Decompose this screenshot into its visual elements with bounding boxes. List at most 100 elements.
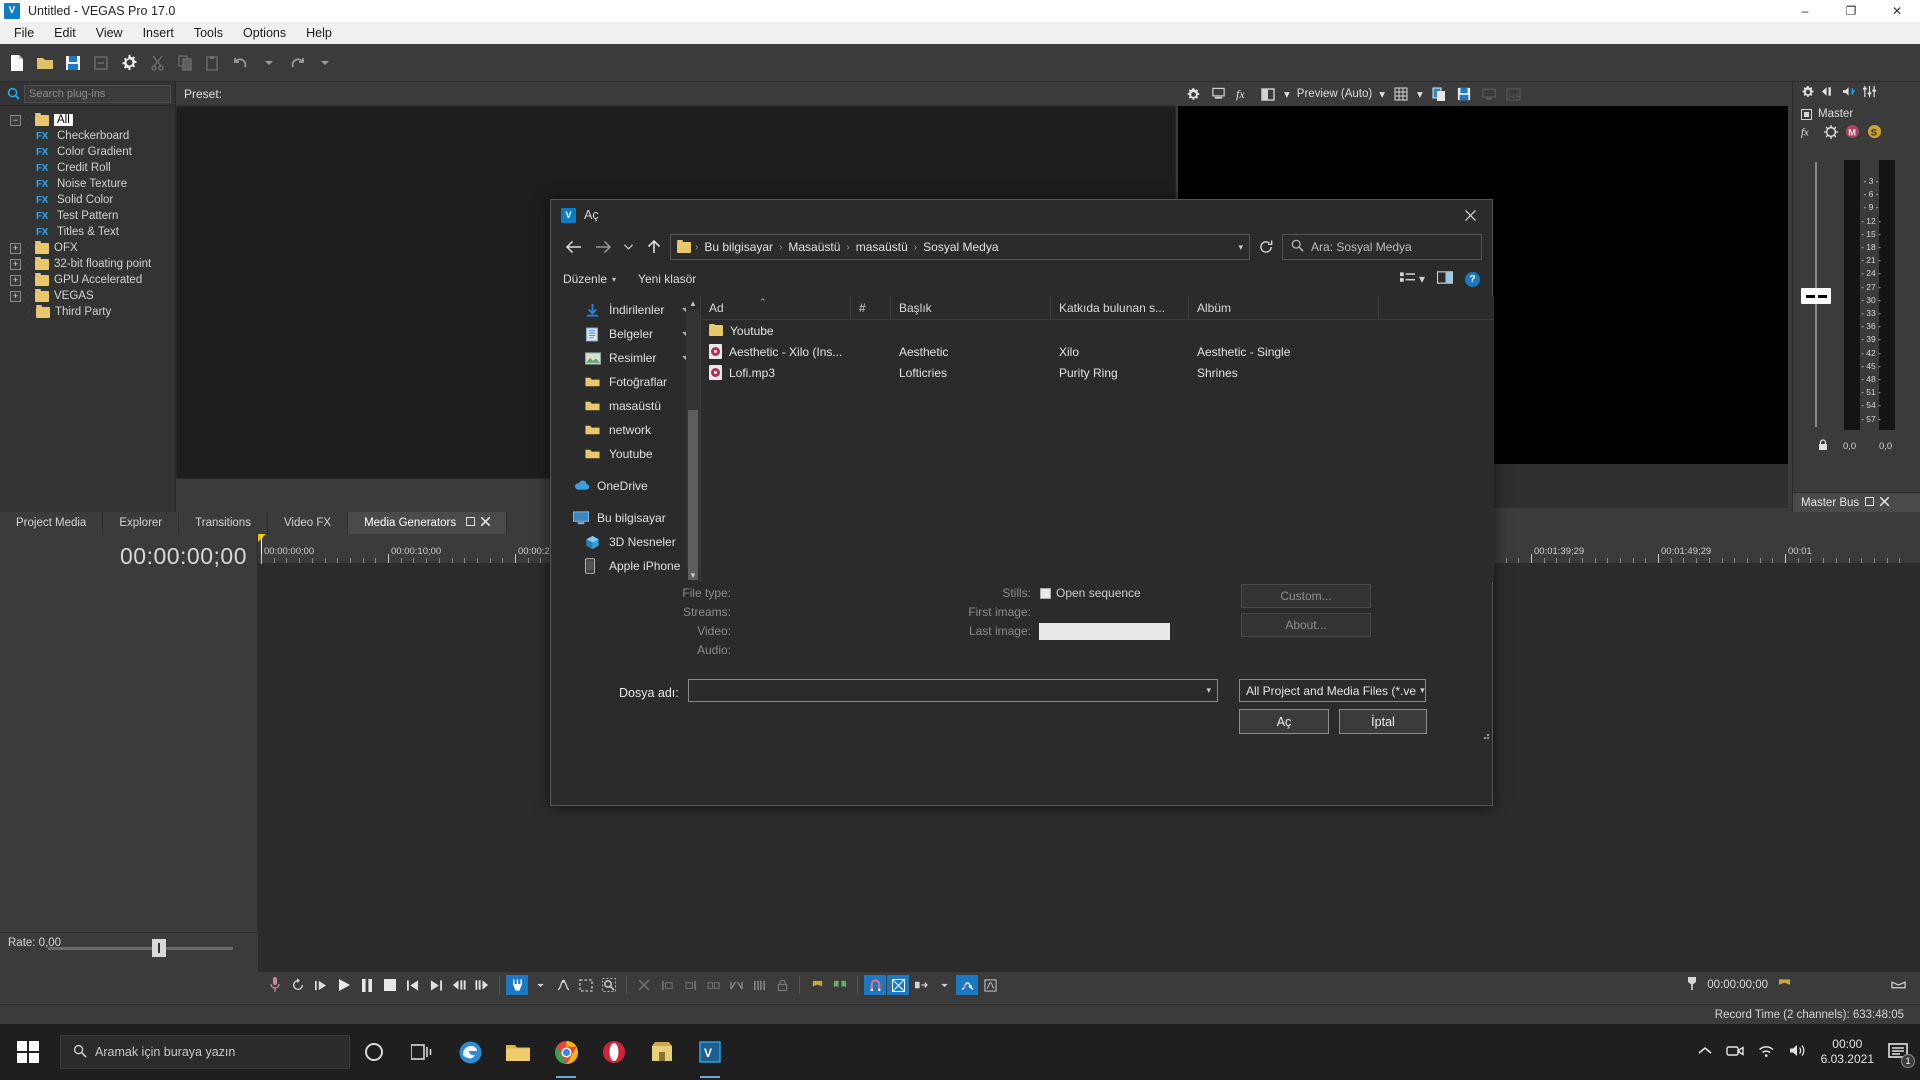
cut-icon[interactable] bbox=[144, 50, 170, 76]
tree-item-gpu-accelerated[interactable]: + · GPU Accelerated bbox=[0, 272, 175, 288]
breadcrumb-item-masaustu[interactable]: masaüstü bbox=[854, 240, 910, 254]
organize-button[interactable]: Düzenle ▾ bbox=[563, 272, 616, 286]
mute-square-icon[interactable] bbox=[1801, 108, 1812, 120]
split-screen-caret-icon[interactable]: ▾ bbox=[1282, 87, 1292, 101]
column-number[interactable]: # bbox=[851, 295, 891, 320]
table-row[interactable]: Youtube bbox=[701, 320, 1494, 341]
fx-icon[interactable]: fx bbox=[1801, 125, 1817, 142]
paste-icon[interactable] bbox=[200, 50, 226, 76]
resize-grip-icon[interactable] bbox=[1480, 730, 1490, 804]
tree-item-32-bit-floating-point[interactable]: + · 32-bit floating point bbox=[0, 256, 175, 272]
save-snapshot-icon[interactable] bbox=[1453, 84, 1475, 104]
show-hidden-icons-icon[interactable] bbox=[1698, 1045, 1712, 1059]
overlays-caret-icon[interactable]: ▾ bbox=[1415, 87, 1425, 101]
scroll-up-icon[interactable]: ▲ bbox=[686, 296, 700, 310]
file-name-input[interactable]: ▾ bbox=[688, 679, 1218, 702]
master-bus-tab[interactable]: Master Bus bbox=[1793, 492, 1920, 512]
google-chrome-icon[interactable] bbox=[542, 1024, 590, 1080]
faders-icon[interactable] bbox=[1863, 85, 1876, 101]
menu-help[interactable]: Help bbox=[296, 24, 342, 42]
redo-icon[interactable] bbox=[284, 50, 310, 76]
menu-options[interactable]: Options bbox=[233, 24, 296, 42]
float-icon[interactable] bbox=[1865, 496, 1875, 509]
refresh-button[interactable] bbox=[1254, 235, 1278, 260]
rate-slider-track[interactable] bbox=[48, 947, 233, 950]
up-button[interactable] bbox=[641, 235, 666, 260]
lock-icon[interactable] bbox=[1818, 439, 1828, 453]
automation-icon[interactable] bbox=[1824, 124, 1838, 142]
cancel-button[interactable]: İptal bbox=[1339, 709, 1427, 734]
master-fader-handle[interactable] bbox=[1801, 288, 1831, 304]
forward-button[interactable] bbox=[590, 235, 615, 260]
auto-ripple-dropdown-icon[interactable] bbox=[933, 975, 955, 995]
custom-button[interactable]: Custom... bbox=[1241, 584, 1371, 608]
tree-item-noise-texture[interactable]: FX Noise Texture bbox=[0, 176, 175, 192]
search-input[interactable]: Search plug-ins bbox=[24, 84, 171, 103]
tab-project-media[interactable]: Project Media bbox=[0, 512, 104, 534]
previous-frame-icon[interactable] bbox=[448, 975, 470, 995]
breadcrumb-dropdown-icon[interactable]: ▾ bbox=[1238, 242, 1243, 253]
tab-transitions[interactable]: Transitions bbox=[179, 512, 268, 534]
zoom-edit-tool-icon[interactable] bbox=[598, 975, 620, 995]
edit-tool-dropdown-icon[interactable] bbox=[529, 975, 551, 995]
file-type-filter-select[interactable]: All Project and Media Files (*.ve ▾ bbox=[1239, 679, 1426, 702]
lock-envelopes-icon[interactable] bbox=[979, 975, 1001, 995]
tree-item-all[interactable]: − · All bbox=[0, 112, 175, 128]
microsoft-store-icon[interactable] bbox=[638, 1024, 686, 1080]
enable-snapping-icon[interactable] bbox=[864, 975, 886, 995]
minimize-button[interactable]: – bbox=[1782, 0, 1828, 22]
taskbar-clock[interactable]: 00:00 6.03.2021 bbox=[1821, 1037, 1874, 1067]
normal-edit-tool-icon[interactable] bbox=[506, 975, 528, 995]
cortana-icon[interactable] bbox=[350, 1024, 398, 1080]
copy-icon[interactable] bbox=[172, 50, 198, 76]
expander-icon[interactable]: − bbox=[10, 114, 21, 126]
change-view-button[interactable]: ▾ bbox=[1399, 271, 1425, 287]
column-contributor[interactable]: Katkıda bulunan s... bbox=[1051, 295, 1189, 320]
preview-device-icon[interactable] bbox=[1207, 84, 1229, 104]
expander-icon[interactable]: + bbox=[10, 258, 21, 270]
help-icon[interactable]: ? bbox=[1465, 271, 1480, 287]
preview-pane-button[interactable] bbox=[1436, 271, 1454, 287]
nav-pane-scrollbar[interactable]: ▲ ▼ bbox=[686, 296, 700, 582]
next-frame-icon[interactable] bbox=[471, 975, 493, 995]
dialog-close-button[interactable] bbox=[1448, 200, 1492, 230]
preview-quality-caret-icon[interactable]: ▾ bbox=[1377, 87, 1387, 101]
tab-media-generators[interactable]: Media Generators bbox=[348, 512, 508, 534]
insert-bus-icon[interactable] bbox=[1821, 86, 1836, 100]
insert-marker-icon[interactable] bbox=[806, 975, 828, 995]
stop-icon[interactable] bbox=[379, 975, 401, 995]
rate-slider-handle[interactable] bbox=[152, 939, 166, 957]
column-album[interactable]: Albüm bbox=[1189, 295, 1379, 320]
nav-item-network[interactable]: network bbox=[551, 418, 700, 442]
nav-scrollbar-track[interactable] bbox=[686, 310, 700, 580]
volume-icon[interactable] bbox=[1789, 1043, 1807, 1061]
menu-edit[interactable]: Edit bbox=[44, 24, 86, 42]
nav-item-masa-st[interactable]: masaüstü bbox=[551, 394, 700, 418]
nav-item-foto-raflar[interactable]: Fotoğraflar bbox=[551, 370, 700, 394]
marker-icon[interactable] bbox=[1778, 978, 1791, 993]
region-icon[interactable] bbox=[1891, 978, 1906, 993]
mute-icon[interactable]: M bbox=[1845, 124, 1860, 142]
breadcrumb-item-sosyal-medya[interactable]: Sosyal Medya bbox=[921, 240, 1000, 254]
selection-edit-tool-icon[interactable] bbox=[575, 975, 597, 995]
go-to-end-icon[interactable] bbox=[425, 975, 447, 995]
menu-insert[interactable]: Insert bbox=[133, 24, 184, 42]
about-button[interactable]: About... bbox=[1241, 613, 1371, 637]
open-button[interactable]: Aç bbox=[1239, 709, 1329, 734]
tree-item-ofx[interactable]: + · OFX bbox=[0, 240, 175, 256]
tree-item-checkerboard[interactable]: FX Checkerboard bbox=[0, 128, 175, 144]
breadcrumb-item-desktop[interactable]: Masaüstü bbox=[786, 240, 842, 254]
windows-start-icon[interactable] bbox=[0, 1024, 56, 1080]
tree-item-titles-and-text[interactable]: FX Titles & Text bbox=[0, 224, 175, 240]
tree-item-third-party[interactable]: · Third Party bbox=[0, 304, 175, 320]
nav-item-apple-iphone[interactable]: Apple iPhone bbox=[551, 554, 700, 578]
tree-item-color-gradient[interactable]: FX Color Gradient bbox=[0, 144, 175, 160]
record-icon[interactable] bbox=[264, 975, 286, 995]
tree-item-credit-roll[interactable]: FX Credit Roll bbox=[0, 160, 175, 176]
copy-snapshot-icon[interactable] bbox=[1428, 84, 1450, 104]
taskbar-search-input[interactable]: Aramak için buraya yazın bbox=[60, 1035, 350, 1069]
insert-fx-icon[interactable] bbox=[1842, 86, 1857, 100]
tree-item-solid-color[interactable]: FX Solid Color bbox=[0, 192, 175, 208]
camera-icon[interactable] bbox=[1725, 1044, 1744, 1061]
close-icon[interactable] bbox=[1879, 495, 1890, 509]
